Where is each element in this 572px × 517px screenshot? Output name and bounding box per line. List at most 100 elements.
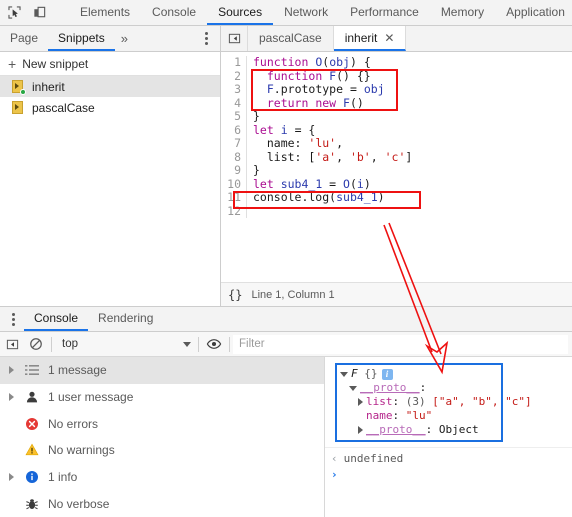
tab-memory-label: Memory bbox=[440, 4, 485, 19]
toolbar-divider bbox=[51, 336, 52, 352]
tab-elements[interactable]: Elements bbox=[69, 0, 141, 25]
tab-console[interactable]: Console bbox=[141, 0, 207, 25]
property-key: list bbox=[366, 395, 393, 408]
code-text: function F() {} bbox=[266, 68, 371, 83]
console-output: F {} i __proto__: list: (3) ["a", "b", "c… bbox=[325, 357, 572, 517]
close-icon[interactable]: ✕ bbox=[384, 32, 394, 44]
code-editor[interactable]: 1 function O(obj) { 2 function F() {} 3 F… bbox=[221, 52, 572, 282]
line-number: 12 bbox=[221, 204, 247, 218]
console-sidebar-toggle-icon[interactable] bbox=[0, 332, 24, 357]
main-tabbar: Elements Console Sources Network Perform… bbox=[0, 0, 572, 26]
console-toolbar: top bbox=[0, 332, 572, 357]
snippet-item-pascalcase[interactable]: pascalCase bbox=[0, 97, 220, 118]
editor-tab-label: inherit bbox=[344, 30, 378, 45]
cursor-position-label: Line 1, Column 1 bbox=[251, 288, 335, 301]
console-sidebar-item-errors[interactable]: No errors bbox=[0, 410, 324, 437]
execution-context-select[interactable]: top bbox=[55, 335, 195, 354]
console-sidebar-item-label: No warnings bbox=[48, 443, 115, 458]
proto-label: __proto__ bbox=[366, 423, 426, 436]
code-text: } bbox=[253, 163, 260, 177]
new-snippet-button[interactable]: + New snippet bbox=[0, 52, 220, 76]
prompt-icon: › bbox=[331, 468, 338, 481]
proto-value: Object bbox=[438, 423, 479, 436]
code-text: name: 'lu', bbox=[253, 136, 344, 150]
nav-tab-page[interactable]: Page bbox=[0, 26, 48, 51]
new-snippet-label: New snippet bbox=[22, 56, 89, 71]
code-line: 6 let i = { bbox=[221, 123, 572, 137]
nav-tab-snippets[interactable]: Snippets bbox=[48, 26, 115, 51]
drawer-tab-console[interactable]: Console bbox=[24, 307, 89, 331]
expand-arrow-icon[interactable] bbox=[6, 393, 16, 401]
code-text: function O(obj) { bbox=[253, 55, 371, 69]
console-log-entry[interactable]: F {} i __proto__: list: (3) ["a", "b", "c… bbox=[335, 363, 532, 442]
property-line-list[interactable]: list: (3) ["a", "b", "c"] bbox=[340, 395, 532, 409]
snippet-list: inherit pascalCase bbox=[0, 76, 220, 118]
object-root-line[interactable]: F {} i bbox=[340, 367, 501, 381]
tab-performance[interactable]: Performance bbox=[339, 0, 430, 25]
pretty-print-icon[interactable]: {} bbox=[228, 288, 242, 302]
code-line: 8 list: ['a', 'b', 'c'] bbox=[221, 149, 572, 164]
nav-more-tabs-button[interactable]: » bbox=[115, 26, 134, 51]
line-number: 9 bbox=[221, 163, 247, 178]
array-value: ["a", "b", "c"] bbox=[432, 395, 532, 408]
console-sidebar-item-label: No verbose bbox=[48, 496, 110, 511]
tab-application[interactable]: Application bbox=[495, 0, 572, 25]
sources-panel: Page Snippets » + New snippet inherit pa… bbox=[0, 26, 572, 307]
console-result-value: undefined bbox=[343, 452, 404, 465]
proto-label: __proto__ bbox=[360, 381, 420, 394]
tab-sources[interactable]: Sources bbox=[207, 0, 274, 25]
show-navigator-icon[interactable] bbox=[221, 26, 248, 51]
clear-console-icon[interactable] bbox=[24, 332, 48, 357]
code-line: 12 bbox=[221, 204, 572, 218]
console-sidebar-item-info[interactable]: 1 info bbox=[0, 464, 324, 491]
code-line: 9} bbox=[221, 163, 572, 178]
inner-proto-line[interactable]: __proto__: Object bbox=[340, 423, 501, 437]
collapse-triangle-icon[interactable] bbox=[340, 371, 348, 377]
expand-triangle-icon[interactable] bbox=[358, 426, 363, 434]
toolbar-divider bbox=[198, 336, 199, 352]
main-tabs: Elements Console Sources Network Perform… bbox=[69, 0, 572, 25]
script-file-icon bbox=[12, 79, 26, 95]
drawer-tab-rendering[interactable]: Rendering bbox=[88, 307, 163, 331]
line-number: 3 bbox=[221, 82, 247, 97]
line-number: 11 bbox=[221, 190, 247, 205]
code-text: console.log(sub4_1) bbox=[253, 190, 385, 204]
snippet-item-label: pascalCase bbox=[32, 100, 95, 115]
code-text: let sub4_1 = O(i) bbox=[253, 176, 371, 191]
inspect-element-icon[interactable] bbox=[6, 4, 23, 21]
console-sidebar-item-user-messages[interactable]: 1 user message bbox=[0, 384, 324, 411]
drawer-menu-icon[interactable] bbox=[4, 307, 22, 331]
live-expression-icon[interactable] bbox=[202, 332, 226, 357]
line-number: 6 bbox=[221, 123, 247, 137]
tab-network[interactable]: Network bbox=[273, 0, 339, 25]
error-icon bbox=[24, 416, 40, 432]
device-toolbar-icon[interactable] bbox=[31, 4, 48, 21]
proto-line[interactable]: __proto__: bbox=[340, 381, 501, 395]
info-icon bbox=[24, 469, 40, 485]
console-filter-input[interactable] bbox=[233, 334, 568, 354]
code-line: 10 let sub4_1 = O(i) bbox=[221, 176, 572, 191]
console-sidebar-item-messages[interactable]: 1 message bbox=[0, 357, 324, 384]
line-number: 10 bbox=[221, 177, 247, 191]
return-arrow-icon: ‹ bbox=[331, 452, 338, 465]
expand-arrow-icon[interactable] bbox=[6, 473, 16, 482]
info-badge-icon[interactable]: i bbox=[381, 368, 393, 380]
code-text: list: ['a', 'b', 'c'] bbox=[253, 149, 413, 164]
drawer-tab-rendering-label: Rendering bbox=[98, 311, 154, 325]
console-prompt-row[interactable]: › bbox=[325, 465, 572, 481]
collapse-triangle-icon[interactable] bbox=[349, 385, 357, 391]
plus-icon: + bbox=[8, 55, 17, 72]
drawer-tabbar: Console Rendering bbox=[0, 307, 572, 332]
chevron-down-icon bbox=[183, 341, 191, 347]
expand-triangle-icon[interactable] bbox=[358, 398, 363, 406]
expand-arrow-icon[interactable] bbox=[6, 366, 16, 375]
editor-tab-label: pascalCase bbox=[259, 30, 322, 45]
console-sidebar-item-warnings[interactable]: No warnings bbox=[0, 437, 324, 464]
navigator-menu-icon[interactable] bbox=[197, 26, 215, 51]
snippet-item-inherit[interactable]: inherit bbox=[0, 76, 220, 97]
console-body: 1 message 1 user message No errors No wa… bbox=[0, 357, 572, 517]
editor-tab-inherit[interactable]: inherit ✕ bbox=[333, 26, 407, 51]
console-sidebar-item-verbose[interactable]: No verbose bbox=[0, 490, 324, 517]
editor-tab-pascalcase[interactable]: pascalCase bbox=[248, 26, 334, 51]
tab-memory[interactable]: Memory bbox=[430, 0, 495, 25]
